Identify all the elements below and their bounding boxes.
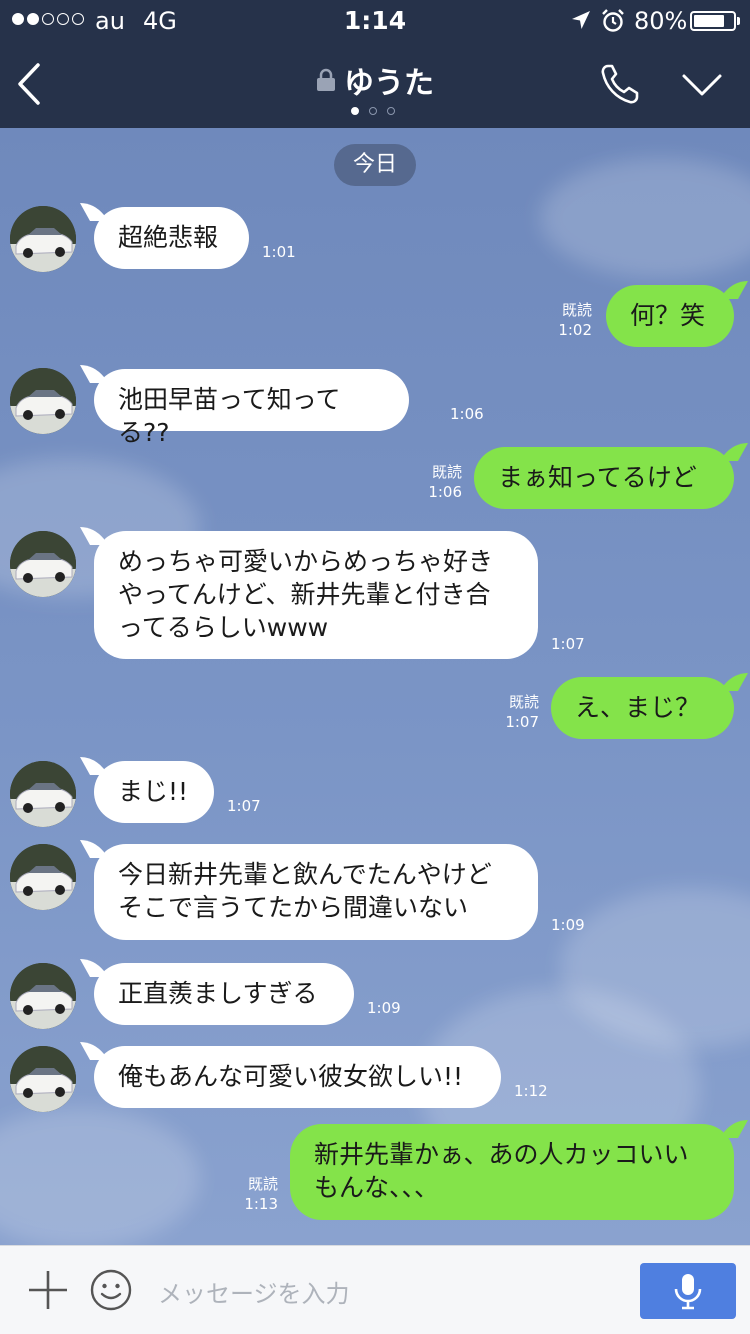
avatar[interactable] — [10, 206, 76, 272]
message-meta: 1:12 — [514, 1081, 548, 1101]
avatar[interactable] — [10, 1046, 76, 1112]
message-time: 1:07 — [551, 635, 585, 653]
battery-level — [694, 15, 725, 27]
read-receipt: 既読 — [508, 693, 539, 711]
date-separator: 今日 — [334, 144, 416, 186]
message-time: 1:07 — [227, 797, 261, 815]
incoming-message-bubble[interactable]: 正直羨ましすぎる — [94, 963, 354, 1025]
message-meta: 1:07 — [227, 796, 261, 816]
message-list[interactable]: 今日 超絶悲報 1:01 何？笑 既読 1:02 池田早苗って知ってる?? 1:06 まぁ知… — [0, 128, 750, 1245]
page-dot — [387, 107, 395, 115]
battery-percent: 80% — [634, 7, 688, 35]
outgoing-message-bubble[interactable]: 何？笑 — [606, 285, 734, 347]
message-meta: 1:09 — [551, 915, 585, 935]
bubble-tail — [724, 673, 748, 691]
read-receipt: 既読 — [431, 463, 462, 481]
message-time: 1:01 — [262, 243, 296, 261]
incoming-message-bubble[interactable]: 超絶悲報 — [94, 207, 249, 269]
incoming-message-bubble[interactable]: 池田早苗って知ってる?? — [94, 369, 409, 447]
battery-nub — [737, 17, 740, 25]
message-time: 1:09 — [367, 999, 401, 1017]
background-cloud — [540, 158, 750, 278]
message-time: 1:13 — [244, 1195, 278, 1213]
read-receipt: 既読 — [561, 301, 592, 319]
bubble-tail — [724, 281, 748, 299]
phone-icon[interactable] — [600, 63, 640, 105]
message-time: 1:09 — [551, 916, 585, 934]
page-dot — [369, 107, 377, 115]
location-arrow-icon — [572, 11, 590, 29]
bubble-tail — [724, 443, 748, 461]
message-meta: 既読 1:13 — [244, 1174, 278, 1214]
message-meta: 既読 1:06 — [428, 462, 462, 502]
avatar[interactable] — [10, 531, 76, 597]
message-meta: 1:09 — [367, 998, 401, 1018]
message-time: 1:07 — [505, 713, 539, 731]
plus-icon[interactable] — [27, 1269, 69, 1311]
battery-icon — [690, 11, 736, 31]
message-meta: 1:01 — [262, 242, 296, 262]
incoming-message-bubble[interactable]: まじ!! — [94, 761, 214, 823]
message-meta: 1:06 — [450, 404, 484, 424]
chevron-down-icon[interactable] — [681, 72, 723, 98]
message-time: 1:06 — [450, 405, 484, 423]
read-receipt: 既読 — [247, 1175, 278, 1193]
lock-icon — [317, 68, 335, 91]
status-bar: au 4G 1:14 80% — [0, 0, 750, 40]
message-time: 1:02 — [558, 321, 592, 339]
message-meta: 既読 1:07 — [505, 692, 539, 732]
avatar-car-image — [10, 206, 76, 272]
outgoing-message-bubble[interactable]: まぁ知ってるけど — [474, 447, 734, 509]
microphone-icon — [674, 1274, 702, 1310]
message-meta: 既読 1:02 — [558, 300, 592, 340]
avatar-car-image — [10, 844, 76, 910]
incoming-message-bubble[interactable]: 今日新井先輩と飲んでたんやけど そこで言うてたから間違いない — [94, 844, 538, 940]
message-time: 1:12 — [514, 1082, 548, 1100]
page-indicator — [351, 107, 395, 115]
alarm-clock-icon — [602, 9, 624, 32]
avatar-car-image — [10, 761, 76, 827]
outgoing-message-bubble[interactable]: 新井先輩かぁ、あの人カッコいい もんな、、、 — [290, 1124, 734, 1220]
avatar-car-image — [10, 368, 76, 434]
chat-header: au 4G 1:14 80% ゆうた — [0, 0, 750, 128]
incoming-message-bubble[interactable]: 俺もあんな可愛い彼女欲しい!! — [94, 1046, 501, 1108]
message-input-bar: メッセージを入力 — [0, 1245, 750, 1334]
outgoing-message-bubble[interactable]: え、まじ？ — [551, 677, 734, 739]
bubble-tail — [724, 1120, 748, 1138]
avatar[interactable] — [10, 844, 76, 910]
avatar-car-image — [10, 1046, 76, 1112]
smiley-icon[interactable] — [89, 1268, 133, 1312]
message-meta: 1:07 — [551, 634, 585, 654]
avatar-car-image — [10, 963, 76, 1029]
message-input[interactable]: メッセージを入力 — [158, 1274, 350, 1309]
incoming-message-bubble[interactable]: めっちゃ可愛いからめっちゃ好き やってんけど、新井先輩と付き合 ってるらしいww… — [94, 531, 538, 659]
message-time: 1:06 — [428, 483, 462, 501]
voice-button[interactable] — [640, 1263, 736, 1319]
avatar[interactable] — [10, 963, 76, 1029]
avatar-car-image — [10, 531, 76, 597]
avatar[interactable] — [10, 761, 76, 827]
avatar[interactable] — [10, 368, 76, 434]
page-dot — [351, 107, 359, 115]
chat-title: ゆうた — [344, 66, 434, 101]
background-cloud — [0, 1108, 200, 1245]
